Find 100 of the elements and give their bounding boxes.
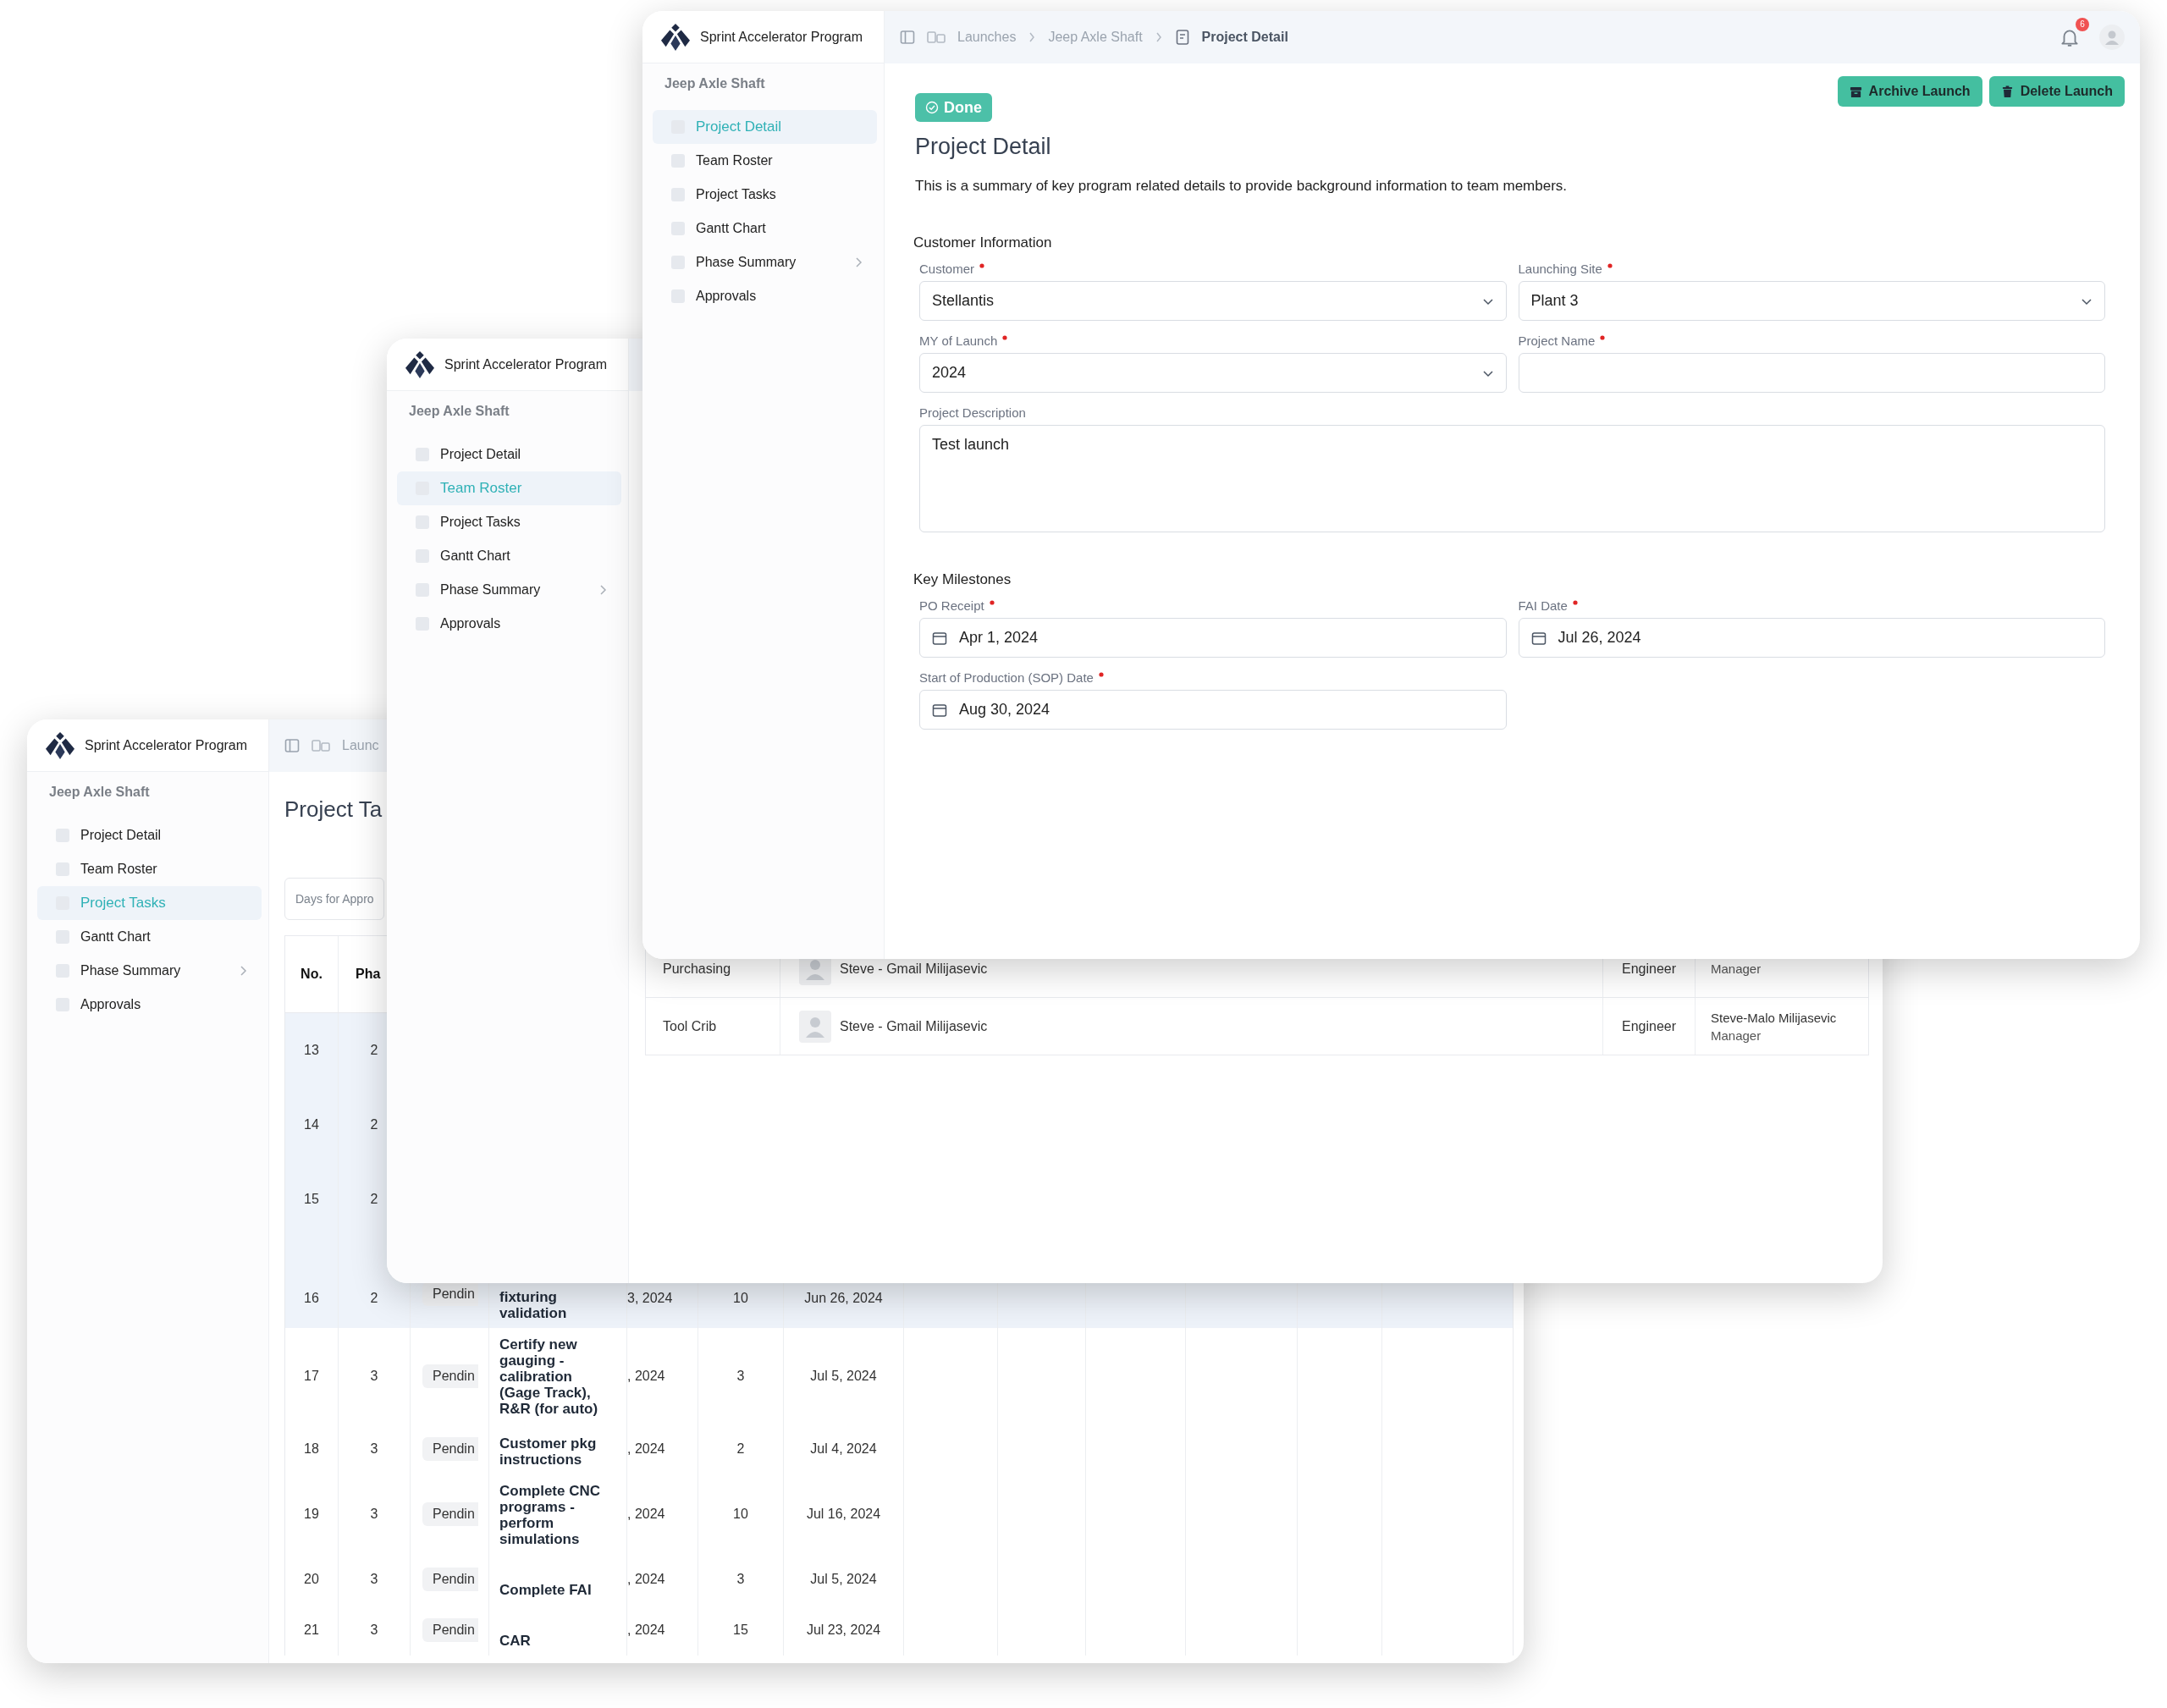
field-label: Project Name bbox=[1518, 333, 1596, 348]
sidebar-item[interactable]: Approvals bbox=[397, 607, 621, 641]
table-cell: 10 bbox=[733, 1291, 748, 1306]
table-cell: 21 bbox=[304, 1623, 319, 1638]
table-cell: Steve - Gmail Milijasevic bbox=[840, 961, 988, 977]
sidebar-item[interactable]: Project Detail bbox=[37, 818, 262, 852]
chevron-down-icon bbox=[1481, 296, 1494, 306]
sidebar-item[interactable]: Project Tasks bbox=[653, 178, 877, 212]
date-field[interactable]: Apr 1, 2024 bbox=[919, 618, 1507, 658]
table-cell: Complete FAI bbox=[499, 1582, 592, 1598]
sidebar-item[interactable]: Approvals bbox=[653, 279, 877, 313]
chevron-right-icon bbox=[1154, 31, 1163, 43]
field-label: PO Receipt bbox=[919, 598, 984, 613]
date-field[interactable]: Jul 26, 2024 bbox=[1518, 618, 2105, 658]
page-title: Project Ta bbox=[284, 796, 383, 823]
chevron-down-icon bbox=[1481, 368, 1494, 377]
table-cell: 3 bbox=[370, 1507, 378, 1522]
table-cell: Tool Crib bbox=[663, 1018, 717, 1034]
app-name: Sprint Accelerator Program bbox=[85, 737, 248, 753]
table-cell: , 2024 bbox=[627, 1441, 665, 1457]
table-cell: 20 bbox=[304, 1572, 319, 1587]
manager-title: Manager bbox=[1711, 1028, 1762, 1043]
calendar-icon bbox=[932, 630, 947, 646]
sidebar-toggle-icon[interactable] bbox=[900, 30, 915, 45]
sidebar-item[interactable]: Team Roster bbox=[37, 852, 262, 886]
field-label: Customer bbox=[919, 261, 975, 276]
project-name: Jeep Axle Shaft bbox=[664, 75, 766, 92]
status-tag: Pendin bbox=[422, 1282, 478, 1306]
table-cell: 3 bbox=[736, 1368, 745, 1384]
table-cell: 16 bbox=[304, 1291, 319, 1306]
user-avatar[interactable] bbox=[2099, 25, 2125, 50]
table-cell-text: fixturing validation bbox=[499, 1289, 568, 1321]
status-tag: Pendin bbox=[422, 1364, 478, 1388]
table-cell: 15 bbox=[304, 1192, 319, 1207]
document-icon bbox=[1174, 30, 1190, 45]
textarea-field[interactable]: Test launch bbox=[919, 425, 2105, 532]
app-name: Sprint Accelerator Program bbox=[700, 29, 863, 45]
table-cell: CAR bbox=[499, 1633, 531, 1649]
table-cell: , 2024 bbox=[627, 1368, 665, 1384]
text-field[interactable] bbox=[1518, 353, 2105, 393]
table-cell: 15 bbox=[733, 1623, 748, 1638]
table-cell: , 2024 bbox=[627, 1507, 665, 1522]
table-cell: Jul 4, 2024 bbox=[810, 1441, 877, 1457]
filter-field[interactable]: Days for Appro bbox=[284, 878, 384, 920]
table-cell-text: Customer pkg instructions bbox=[499, 1435, 598, 1468]
logo-icon bbox=[404, 350, 436, 379]
table-cell: 2 bbox=[370, 1043, 378, 1058]
table-cell: 17 bbox=[304, 1368, 319, 1384]
section-title: Key Milestones bbox=[913, 570, 1012, 589]
archive-box-icon bbox=[1849, 85, 1862, 98]
manager-name: Steve-Malo Milijasevic bbox=[1711, 1010, 1837, 1025]
trash-icon bbox=[2000, 85, 2014, 98]
select-field[interactable]: Stellantis bbox=[919, 281, 1507, 321]
status-tag: Pendin bbox=[422, 1568, 478, 1591]
table-cell: 19 bbox=[304, 1507, 319, 1522]
manager-title: Manager bbox=[1711, 961, 1762, 976]
field-label: Start of Production (SOP) Date bbox=[919, 669, 1094, 685]
table-cell: 2 bbox=[370, 1117, 378, 1132]
check-circle-icon bbox=[925, 101, 939, 114]
sidebar-item[interactable]: Project Tasks bbox=[397, 505, 621, 539]
date-field[interactable]: Aug 30, 2024 bbox=[919, 690, 1507, 730]
archive-button[interactable]: Archive Launch bbox=[1837, 76, 1982, 107]
table-cell: 2 bbox=[370, 1291, 378, 1306]
breadcrumb-link[interactable]: Project Detail bbox=[1201, 30, 1288, 45]
status-label: Done bbox=[944, 98, 982, 117]
sidebar-item[interactable]: Team Roster bbox=[653, 144, 877, 178]
sidebar-toggle-icon[interactable] bbox=[284, 738, 300, 753]
sidebar-item[interactable]: Phase Summary bbox=[397, 573, 621, 607]
sidebar-item[interactable]: Project Detail bbox=[397, 438, 621, 471]
sidebar-item[interactable]: Gantt Chart bbox=[653, 212, 877, 245]
table-cell: Jul 16, 2024 bbox=[806, 1507, 881, 1522]
table-cell: 10 bbox=[733, 1507, 748, 1522]
table-cell-text: Complete CNC programs - perform simulations bbox=[499, 1483, 601, 1547]
table-cell: 14 bbox=[304, 1117, 319, 1132]
table-cell: 3 bbox=[370, 1441, 378, 1457]
field-label: Project Description bbox=[919, 405, 1026, 420]
column-header: No. bbox=[300, 966, 323, 983]
table-cell: Purchasing bbox=[663, 961, 731, 977]
app-name: Sprint Accelerator Program bbox=[444, 356, 608, 372]
page-title: Project Detail bbox=[915, 133, 1052, 161]
table-cell: Steve - Gmail Milijasevic bbox=[840, 1018, 988, 1034]
sidebar-item[interactable]: Phase Summary bbox=[653, 245, 877, 279]
delete-button[interactable]: Delete Launch bbox=[1988, 76, 2125, 107]
box-icon bbox=[927, 30, 946, 45]
sidebar-item[interactable]: Approvals bbox=[37, 988, 262, 1022]
sidebar-item[interactable]: Gantt Chart bbox=[37, 920, 262, 954]
status-tag: Pendin bbox=[422, 1502, 478, 1526]
select-field[interactable]: 2024 bbox=[919, 353, 1507, 393]
table-cell: 18 bbox=[304, 1441, 319, 1457]
notification-badge: 6 bbox=[2076, 18, 2089, 31]
table-cell: , 2024 bbox=[627, 1572, 665, 1587]
table-cell: 2 bbox=[370, 1192, 378, 1207]
table-cell: 2 bbox=[736, 1441, 745, 1457]
sidebar-item[interactable]: Phase Summary bbox=[37, 954, 262, 988]
select-field[interactable]: Plant 3 bbox=[1518, 281, 2105, 321]
table-cell: , 2024 bbox=[627, 1623, 665, 1638]
chevron-down-icon bbox=[2081, 296, 2093, 306]
status-tag: Pendin bbox=[422, 1618, 478, 1642]
sidebar-item[interactable]: Gantt Chart bbox=[397, 539, 621, 573]
table-cell: Engineer bbox=[1621, 1018, 1676, 1034]
